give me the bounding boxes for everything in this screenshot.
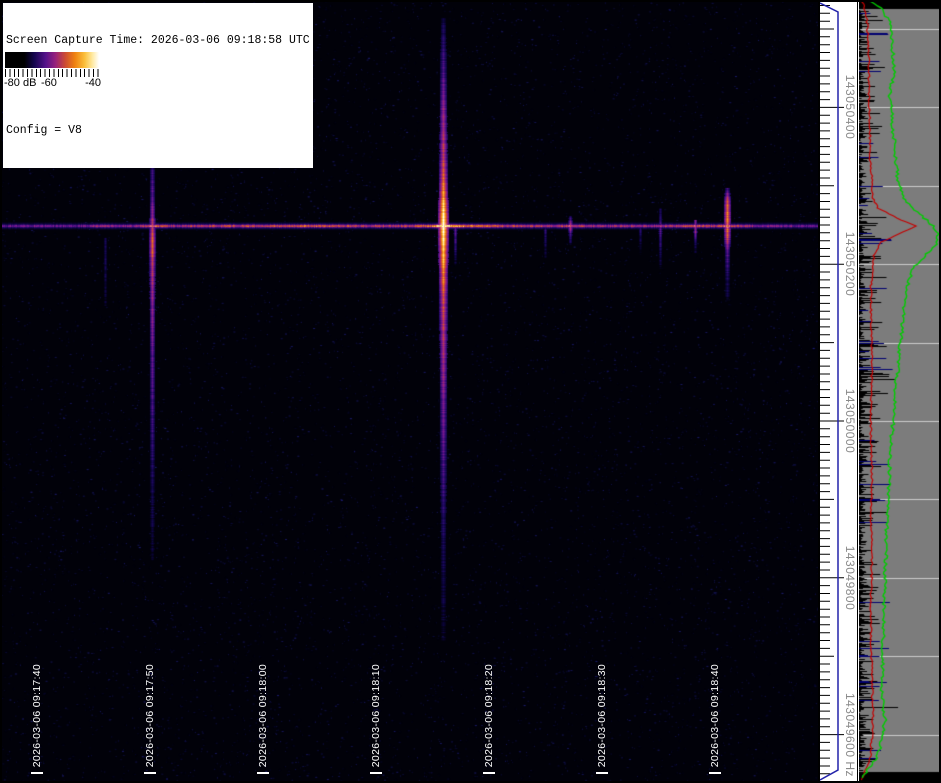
spectrum-graph-panel[interactable] (857, 0, 941, 783)
time-axis-label: 2026-03-06 09:17:50 (144, 664, 156, 767)
scale-label-80db: -80 dB (4, 77, 36, 89)
config-text: Config = V8 (6, 123, 310, 138)
frequency-axis-label: 143050200 (843, 232, 857, 297)
time-axis-tick (483, 772, 495, 774)
spectrum-lab-window: Screen Capture Time: 2026-03-06 09:18:58… (0, 0, 941, 783)
amplitude-color-scale: -80 dB -60 -40 (3, 50, 104, 93)
time-axis-tick (596, 772, 608, 774)
time-axis-label: 2026-03-06 09:18:00 (257, 664, 269, 767)
frequency-axis-label: 143050400 (843, 75, 857, 140)
frequency-range-marker (820, 3, 838, 780)
time-axis-label: 2026-03-06 09:18:20 (483, 664, 495, 767)
frequency-axis-label: 143049800 (843, 546, 857, 611)
time-axis-tick (257, 772, 269, 774)
time-axis-tick (709, 772, 721, 774)
scale-label-60db: -60 (41, 77, 57, 89)
spectrum-plot-canvas[interactable] (859, 0, 941, 783)
frequency-axis-label: 143050000 (843, 389, 857, 454)
frequency-axis-label: 143049600 Hz (843, 693, 857, 777)
time-axis-label: 2026-03-06 09:18:10 (370, 664, 382, 767)
time-axis-tick (144, 772, 156, 774)
time-axis-tick (31, 772, 43, 774)
time-axis-label: 2026-03-06 09:18:30 (596, 664, 608, 767)
time-axis-tick (370, 772, 382, 774)
time-axis-label: 2026-03-06 09:17:40 (31, 664, 43, 767)
time-axis-label: 2026-03-06 09:18:40 (709, 664, 721, 767)
waterfall-display[interactable]: Screen Capture Time: 2026-03-06 09:18:58… (0, 0, 820, 783)
color-scale-labels: -80 dB -60 -40 (3, 77, 104, 92)
scale-label-40db: -40 (85, 77, 101, 89)
color-gradient-bar (5, 52, 102, 68)
capture-time-text: Screen Capture Time: 2026-03-06 09:18:58… (6, 33, 310, 48)
frequency-axis[interactable]: 143050400 143050200 143050000 143049800 1430… (818, 0, 860, 783)
color-scale-ticks (5, 69, 102, 77)
